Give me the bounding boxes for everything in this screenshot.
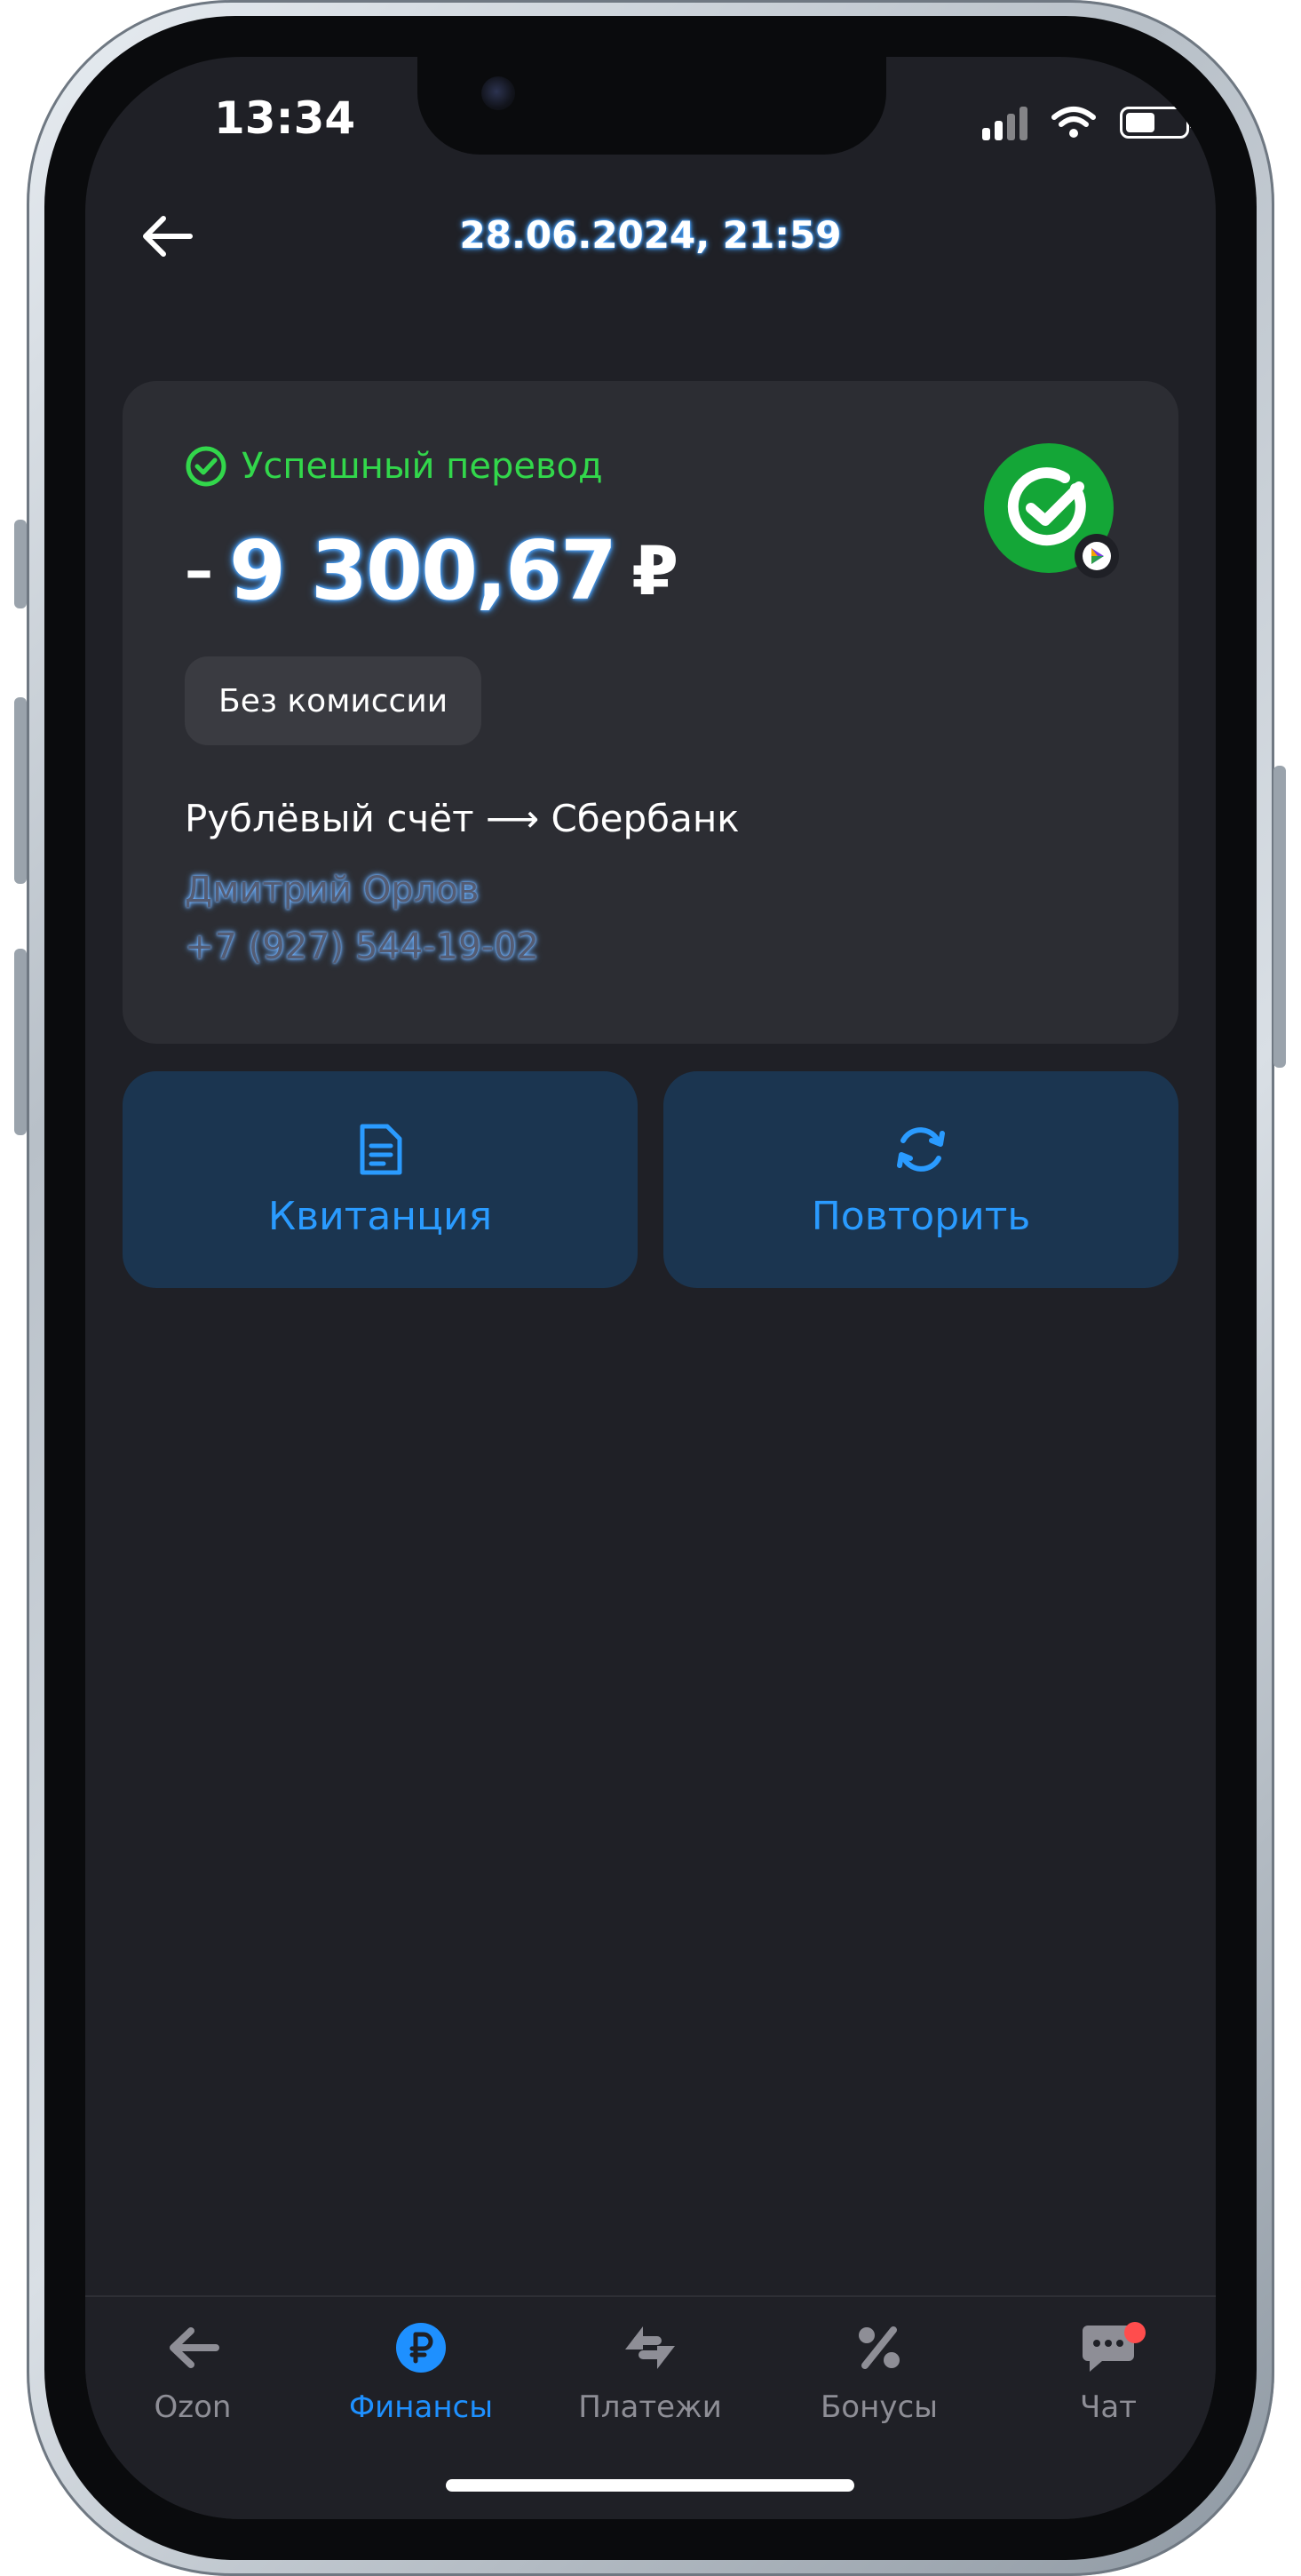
- tab-bonuses[interactable]: Бонусы: [790, 2317, 968, 2425]
- receipt-button-label: Квитанция: [267, 1193, 493, 1239]
- document-icon: [360, 1124, 402, 1174]
- wifi-icon: [1051, 107, 1096, 138]
- sberbank-logo-icon: [984, 443, 1119, 578]
- status-icons: [982, 103, 1194, 142]
- recipient-phone: +7 (927) 544-19-02: [185, 926, 539, 967]
- tab-payments[interactable]: Платежи: [561, 2317, 739, 2425]
- tab-finance-label: Финансы: [348, 2389, 494, 2425]
- home-indicator[interactable]: [446, 2479, 854, 2492]
- tab-ozon-label: Ozon: [154, 2389, 232, 2425]
- recipient-name: Дмитрий Орлов: [185, 870, 480, 910]
- repeat-button[interactable]: Повторить: [663, 1071, 1178, 1288]
- power-button: [1273, 766, 1286, 1068]
- status-time: 13:34: [214, 92, 356, 144]
- transfer-status: Успешный перевод: [185, 445, 603, 488]
- receipt-button[interactable]: Квитанция: [123, 1071, 638, 1288]
- status-label: Успешный перевод: [242, 446, 603, 487]
- transfer-amount: – 9 300,67 ₽: [185, 523, 678, 618]
- percent-icon: [859, 2326, 900, 2369]
- swap-arrows-icon: [625, 2326, 675, 2369]
- tab-chat[interactable]: Чат: [1019, 2317, 1197, 2425]
- amount-value: 9 300,67: [229, 523, 617, 618]
- repeat-button-label: Повторить: [811, 1193, 1031, 1239]
- transfer-card: Успешный перевод – 9 300,67 ₽ Без комисс…: [123, 381, 1178, 1044]
- volume-up-button: [14, 697, 27, 884]
- fee-badge: Без комиссии: [185, 656, 482, 745]
- tab-ozon[interactable]: Ozon: [104, 2317, 282, 2425]
- amount-currency: ₽: [631, 531, 678, 610]
- page-title: 28.06.2024, 21:59: [459, 213, 842, 257]
- sbp-badge-icon: [1075, 534, 1119, 578]
- refresh-icon: [897, 1126, 945, 1172]
- battery-icon: [1120, 107, 1194, 139]
- tab-payments-label: Платежи: [578, 2389, 722, 2425]
- mute-switch: [14, 520, 27, 608]
- tab-chat-label: Чат: [1080, 2389, 1137, 2425]
- camera-icon: [481, 76, 515, 110]
- amount-sign: –: [185, 537, 213, 604]
- transfer-route: Рублёвый счёт ⟶ Сбербанк: [185, 797, 740, 840]
- tab-finance[interactable]: Финансы: [332, 2317, 510, 2425]
- notch: [417, 57, 886, 155]
- check-circle-icon: [186, 446, 226, 487]
- cellular-signal-icon: [982, 105, 1027, 140]
- tab-bonuses-label: Бонусы: [820, 2389, 938, 2425]
- chat-notification-badge: [1124, 2322, 1146, 2343]
- ruble-coin-icon: [396, 2323, 446, 2373]
- volume-down-button: [14, 949, 27, 1135]
- arrow-left-icon: [170, 2327, 219, 2368]
- app-screen: 13:34 28.06.2024, 21:59 Успешный перевод: [85, 57, 1216, 2519]
